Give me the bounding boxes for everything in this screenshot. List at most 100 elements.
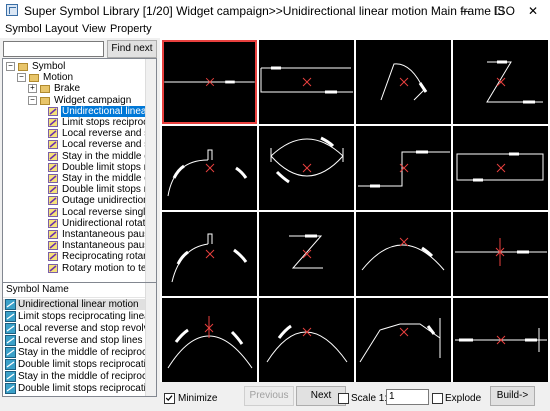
app-icon bbox=[6, 4, 18, 16]
list-item-label: Stay in the middle of reciprocating Rot bbox=[18, 347, 146, 358]
symbol-tile[interactable] bbox=[453, 212, 548, 296]
symbol-tile[interactable] bbox=[162, 212, 257, 296]
symbol-item-icon bbox=[5, 311, 16, 322]
symbol-tile[interactable] bbox=[453, 126, 548, 210]
symbol-tile[interactable] bbox=[162, 126, 257, 210]
tree-item-label: Instantaneous pause bbox=[62, 229, 155, 240]
minimize-label: Minimize bbox=[178, 393, 218, 404]
symbol-item-icon bbox=[48, 140, 58, 150]
tree-item[interactable]: Local reverse and sto bbox=[3, 139, 156, 150]
symbol-item-icon bbox=[48, 162, 58, 172]
symbol-tile[interactable] bbox=[162, 298, 257, 382]
symbol-item-icon bbox=[48, 241, 58, 251]
minimize-window-button[interactable]: ─ bbox=[448, 0, 482, 22]
symbol-tile[interactable] bbox=[259, 212, 354, 296]
tree-item-label: Widget campaign bbox=[54, 94, 132, 106]
symbol-item-icon bbox=[48, 106, 58, 116]
scale-input[interactable]: 1 bbox=[386, 389, 429, 405]
list-header: Symbol Name bbox=[3, 283, 149, 298]
list-item[interactable]: Limit stops reciprocating linear bbox=[3, 311, 146, 322]
list-item[interactable]: Double limit stops reciprocating linear bbox=[3, 383, 146, 394]
list-vertical-scrollbar[interactable] bbox=[145, 283, 156, 396]
symbol-name-list[interactable]: Symbol Name Unidirectional linear motion… bbox=[2, 282, 157, 397]
tree-item[interactable]: − Widget campaign bbox=[3, 95, 144, 106]
tree-item-label: Motion bbox=[43, 72, 74, 84]
tree-item[interactable]: Rotary motion to term bbox=[3, 263, 156, 274]
tree-item[interactable]: − Motion bbox=[3, 72, 144, 83]
previous-button[interactable]: Previous bbox=[244, 386, 294, 406]
symbol-tile[interactable] bbox=[356, 298, 451, 382]
symbol-item-icon bbox=[5, 323, 16, 334]
list-item[interactable]: Double limit stops reciprocating rotatio bbox=[3, 359, 146, 370]
tree-item[interactable]: Limit stops reciprocatin bbox=[3, 117, 156, 128]
search-input[interactable] bbox=[3, 41, 104, 57]
symbol-item-icon bbox=[48, 263, 58, 273]
list-item[interactable]: Stay in the middle of reciprocating Rot bbox=[3, 347, 146, 358]
symbol-item-icon bbox=[5, 359, 16, 370]
collapse-icon[interactable]: − bbox=[28, 95, 37, 105]
list-item[interactable]: Local reverse and stop lines bbox=[3, 335, 146, 346]
tree-item[interactable]: Stay in the middle of r bbox=[3, 151, 156, 162]
minimize-checkbox[interactable] bbox=[164, 393, 175, 404]
symbol-tile[interactable] bbox=[259, 40, 354, 124]
symbol-tile[interactable] bbox=[162, 40, 257, 124]
list-item[interactable]: Stay in the middle of reciprocating line… bbox=[3, 371, 146, 382]
menu-view[interactable]: View bbox=[82, 23, 106, 35]
symbol-drawing bbox=[167, 149, 248, 197]
tree-item[interactable]: Stay in the middle of r bbox=[3, 173, 156, 184]
tree-item[interactable]: Unidirectional rotating bbox=[3, 218, 156, 229]
symbol-tile[interactable] bbox=[356, 212, 451, 296]
title-bar: Super Symbol Library [1/20] Widget campa… bbox=[0, 0, 550, 22]
tree-item-label: Local reverse and sto bbox=[62, 128, 157, 140]
tree-item[interactable]: Double limit stops rec bbox=[3, 184, 156, 195]
tree-item[interactable]: − Symbol bbox=[3, 61, 144, 72]
tree-item-label: Reciprocating rotary r bbox=[62, 251, 157, 263]
menu-property[interactable]: Property bbox=[110, 23, 152, 35]
symbol-item-icon bbox=[48, 118, 58, 127]
symbol-item-icon bbox=[48, 252, 58, 262]
symbol-tile[interactable] bbox=[259, 126, 354, 210]
list-item[interactable]: Unidirectional linear motion bbox=[3, 299, 146, 310]
tree-item-label: Unidirectional linear m bbox=[61, 105, 156, 117]
tree-item[interactable]: + Brake bbox=[3, 83, 144, 94]
symbol-item-icon bbox=[5, 383, 16, 394]
collapse-icon[interactable]: − bbox=[17, 73, 26, 83]
list-item-label: Limit stops reciprocating linear bbox=[18, 311, 146, 322]
menu-symbol[interactable]: Symbol bbox=[5, 23, 42, 35]
tree-vertical-scrollbar[interactable] bbox=[145, 59, 156, 293]
symbol-preview-grid bbox=[160, 38, 550, 382]
symbol-tile[interactable] bbox=[453, 40, 548, 124]
tree-item[interactable]: Local reverse single p bbox=[3, 207, 156, 218]
list-item[interactable]: Local reverse and stop revolving bbox=[3, 323, 146, 334]
tree-item[interactable]: Instantaneous pause bbox=[3, 240, 155, 251]
explode-checkbox[interactable] bbox=[432, 393, 443, 404]
tree-item-label: Brake bbox=[54, 83, 81, 95]
tree-item[interactable]: Outage unidirectional bbox=[3, 195, 156, 206]
symbol-tree[interactable]: − Symbol − Motion + Brake − Widget campaign Unid… bbox=[2, 58, 157, 316]
folder-icon bbox=[40, 96, 50, 105]
tree-item[interactable]: Local reverse and sto bbox=[3, 128, 156, 139]
menu-layout[interactable]: Layout bbox=[45, 23, 78, 35]
scale-label: Scale 1: bbox=[351, 393, 388, 404]
tree-item-label: Local reverse and sto bbox=[62, 139, 157, 151]
tree-item[interactable]: Reciprocating rotary r bbox=[3, 251, 156, 262]
tree-item[interactable]: Unidirectional linear m bbox=[3, 105, 156, 117]
maximize-window-button[interactable]: ☐ bbox=[482, 0, 516, 22]
tree-item-label: Local reverse single p bbox=[62, 206, 157, 218]
tree-item[interactable]: Double limit stops rec bbox=[3, 162, 156, 173]
symbol-drawing bbox=[361, 237, 445, 271]
symbol-tile[interactable] bbox=[259, 298, 354, 382]
folder-icon bbox=[18, 63, 28, 71]
find-next-button[interactable]: Find next bbox=[107, 40, 157, 58]
tree-item[interactable]: Instantaneous pause bbox=[3, 229, 155, 240]
build-button[interactable]: Build-> bbox=[490, 386, 535, 406]
scale-checkbox[interactable] bbox=[338, 393, 349, 404]
expand-icon[interactable]: + bbox=[28, 84, 37, 94]
symbol-tile[interactable] bbox=[356, 40, 451, 124]
symbol-item-icon bbox=[48, 207, 58, 217]
collapse-icon[interactable]: − bbox=[6, 62, 15, 71]
symbol-tile[interactable] bbox=[453, 298, 548, 382]
symbol-tile[interactable] bbox=[356, 126, 451, 210]
symbol-drawing bbox=[455, 238, 547, 266]
close-window-button[interactable]: ✕ bbox=[516, 0, 550, 22]
